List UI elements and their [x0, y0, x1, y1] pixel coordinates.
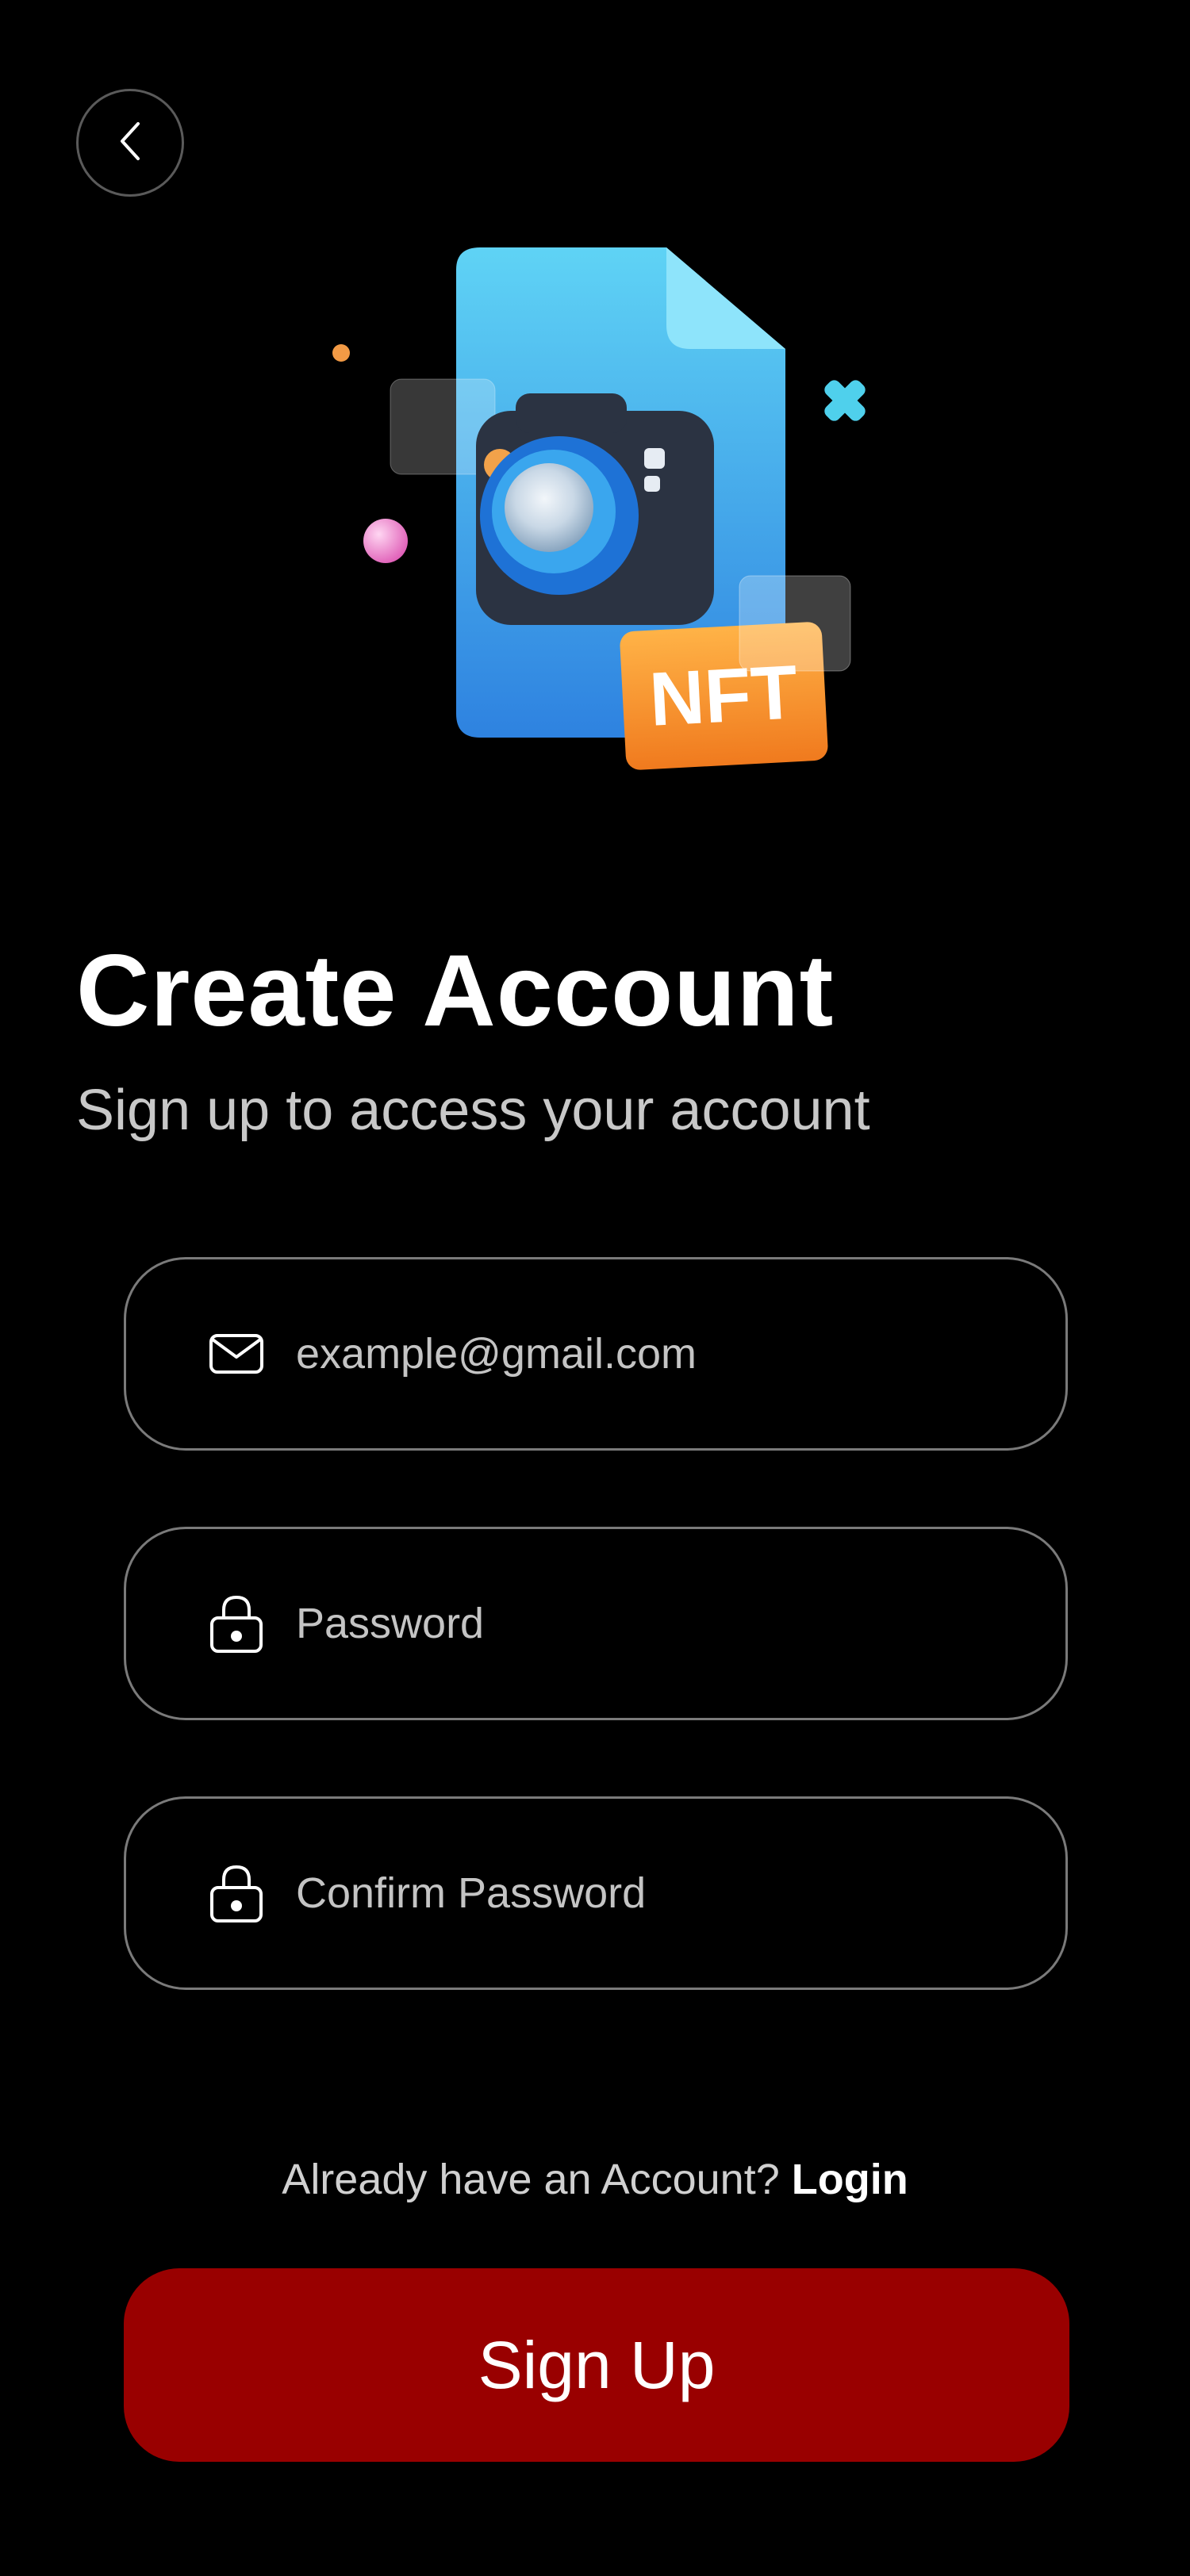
password-input[interactable] — [296, 1599, 1010, 1648]
lock-icon — [205, 1593, 267, 1654]
email-field[interactable] — [124, 1257, 1068, 1451]
chevron-left-icon — [114, 119, 146, 167]
mail-icon — [205, 1323, 267, 1385]
page-subtitle: Sign up to access your account — [76, 1079, 870, 1142]
sign-up-label: Sign Up — [478, 2327, 716, 2402]
password-field[interactable] — [124, 1527, 1068, 1720]
nft-camera-illustration: NFT — [317, 230, 889, 801]
confirm-password-input[interactable] — [296, 1869, 1010, 1918]
lock-icon — [205, 1862, 267, 1924]
sign-up-button[interactable]: Sign Up — [124, 2268, 1069, 2462]
email-input[interactable] — [296, 1329, 1010, 1378]
login-link[interactable]: Login — [792, 2156, 908, 2203]
login-prompt-text: Already have an Account? — [282, 2156, 780, 2203]
login-prompt-row: Already have an Account? Login — [0, 2149, 1190, 2210]
page-title: Create Account — [76, 934, 835, 1048]
back-button[interactable] — [76, 89, 184, 197]
confirm-password-field[interactable] — [124, 1796, 1068, 1990]
